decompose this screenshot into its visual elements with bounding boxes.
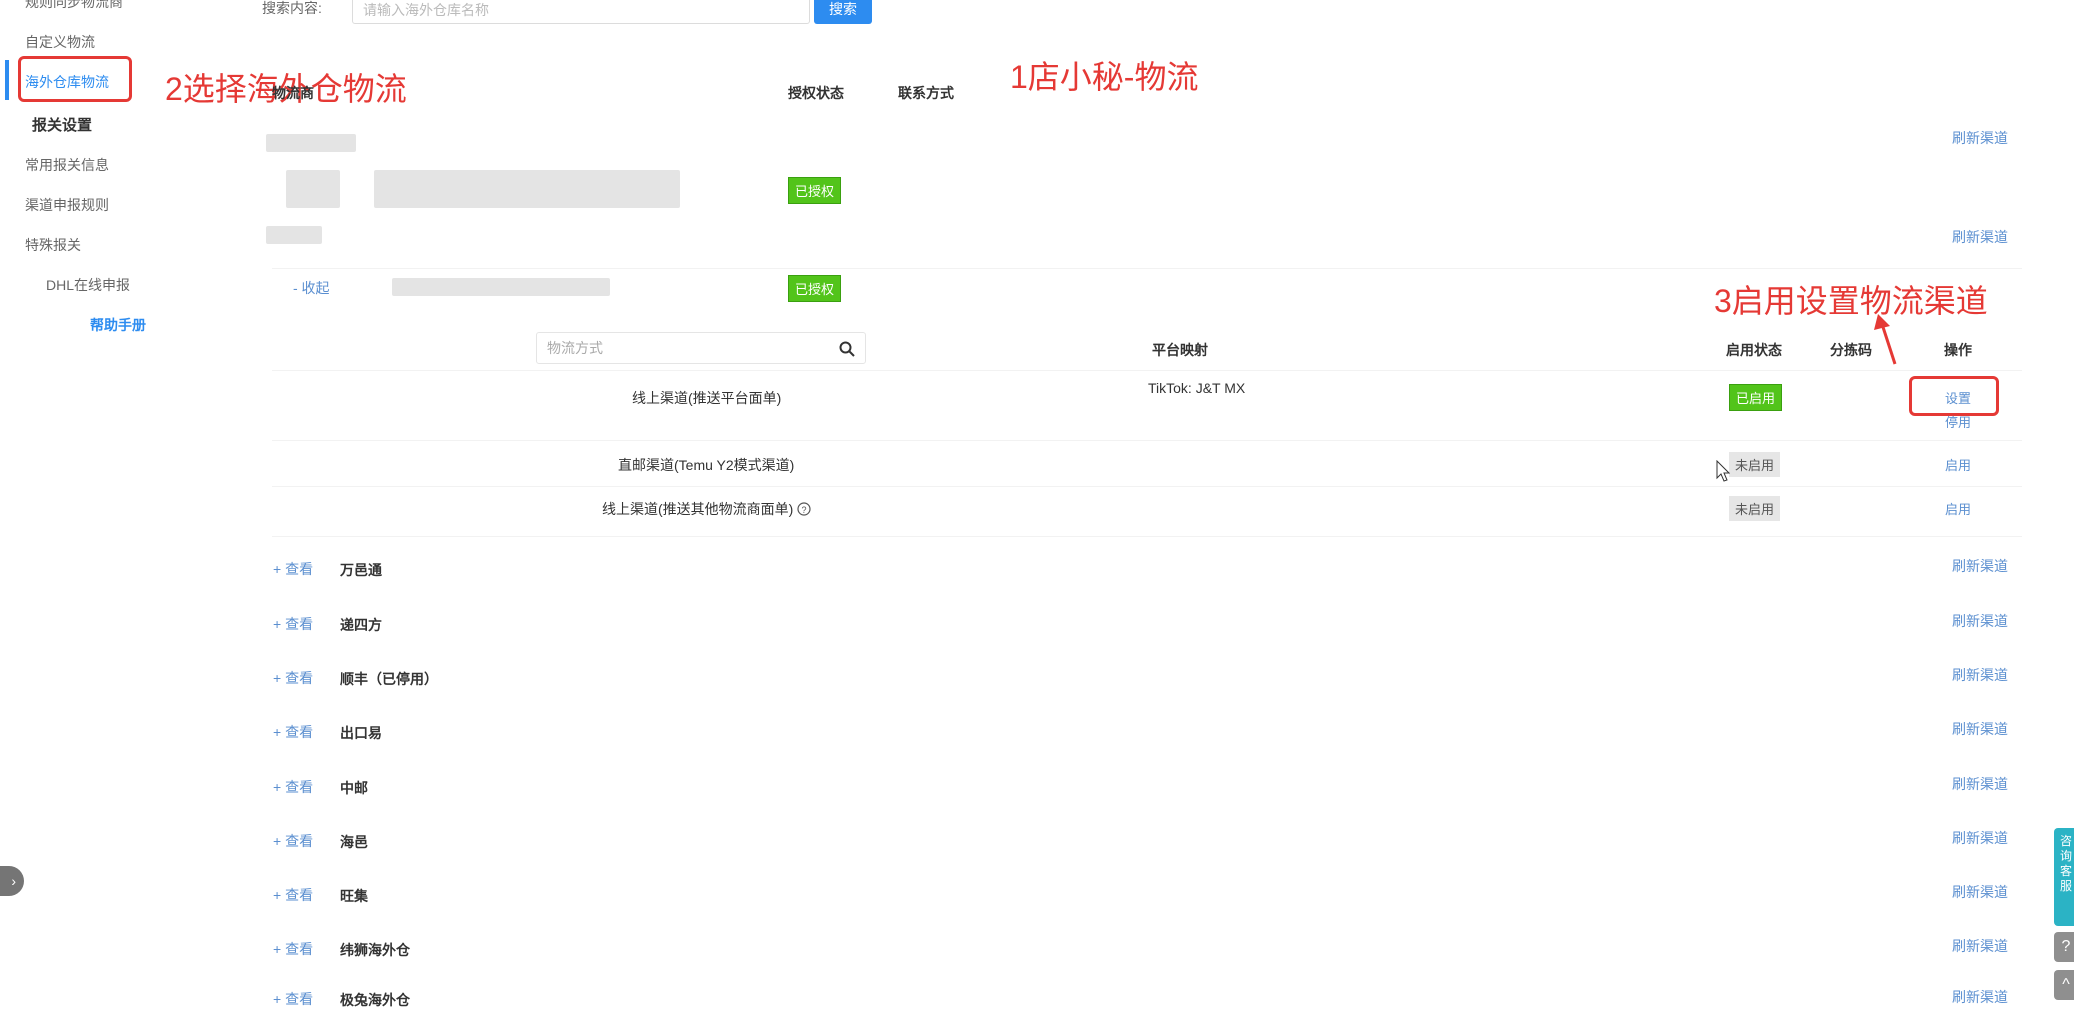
channel-name: 直邮渠道(Temu Y2模式渠道) [618, 457, 795, 473]
refresh-channel-link[interactable]: 刷新渠道 [1952, 828, 2008, 848]
expand-link[interactable]: + 查看 [273, 989, 313, 1009]
sidebar-item-customs-info[interactable]: 常用报关信息 [25, 155, 109, 175]
channel-name: 线上渠道(推送其他物流商面单) ? [602, 499, 811, 519]
divider [272, 440, 2022, 441]
refresh-channel-link[interactable]: 刷新渠道 [1952, 719, 2008, 739]
search-input[interactable]: 请输入海外仓库名称 [352, 0, 810, 24]
provider-name: 纬狮海外仓 [340, 942, 410, 958]
sidebar-section-customs: 报关设置 [32, 117, 93, 134]
sidebar-item-dhl-online[interactable]: DHL在线申报 [46, 275, 130, 295]
sidebar-item-channel-rules[interactable]: 渠道申报规则 [25, 195, 109, 215]
consult-service-panel[interactable]: 咨询客服 [2054, 828, 2074, 926]
mouse-cursor-icon [1716, 460, 1730, 482]
expand-link[interactable]: + 查看 [273, 559, 313, 579]
disable-link[interactable]: 停用 [1945, 412, 1971, 431]
divider [272, 486, 2022, 487]
provider-name: 旺集 [340, 888, 368, 904]
refresh-channel-link[interactable]: 刷新渠道 [1952, 227, 2008, 247]
expand-link[interactable]: + 查看 [273, 614, 313, 634]
header-provider: 物流商 [272, 85, 314, 101]
provider-name: 万邑通 [340, 562, 382, 578]
expand-link[interactable]: + 查看 [273, 939, 313, 959]
channel-status-badge: 未启用 [1729, 452, 1781, 477]
refresh-channel-link[interactable]: 刷新渠道 [1952, 665, 2008, 685]
svg-text:?: ? [802, 505, 807, 515]
redacted-provider-name [266, 226, 322, 244]
header-enable-status: 启用状态 [1726, 342, 1782, 358]
enable-link[interactable]: 启用 [1945, 455, 1971, 474]
channel-search-input[interactable]: 物流方式 [536, 332, 866, 364]
sidebar-item-custom-logistics[interactable]: 自定义物流 [25, 32, 95, 52]
redacted-account-info [374, 170, 680, 208]
provider-name: 极兔海外仓 [340, 992, 410, 1008]
sidebar-active-indicator [5, 60, 9, 100]
expand-link[interactable]: + 查看 [273, 722, 313, 742]
divider [272, 370, 2022, 371]
help-button[interactable]: ? [2054, 932, 2074, 962]
header-platform-mapping: 平台映射 [1152, 342, 1208, 358]
channel-status-badge: 已启用 [1729, 384, 1783, 411]
provider-name: 出口易 [340, 725, 382, 741]
refresh-channel-link[interactable]: 刷新渠道 [1952, 774, 2008, 794]
provider-name: 递四方 [340, 617, 382, 633]
divider [272, 268, 2022, 269]
expand-link[interactable]: + 查看 [273, 885, 313, 905]
provider-name: 顺丰（已停用） [340, 671, 438, 687]
refresh-channel-link[interactable]: 刷新渠道 [1952, 128, 2008, 148]
auth-status-badge: 已授权 [788, 177, 842, 204]
sidebar-item-rule-sync[interactable]: 规则同步物流商 [25, 0, 123, 12]
header-sort-code: 分拣码 [1830, 342, 1872, 358]
refresh-channel-link[interactable]: 刷新渠道 [1952, 611, 2008, 631]
header-contact: 联系方式 [898, 85, 954, 101]
platform-mapping-value: TikTok: J&T MX [1148, 380, 1246, 396]
expand-link[interactable]: + 查看 [273, 777, 313, 797]
channel-name: 线上渠道(推送平台面单) [632, 390, 782, 406]
arrow-up-icon: ^ [2062, 976, 2070, 993]
back-to-top-button[interactable]: ^ [2054, 970, 2074, 1000]
channel-search-placeholder: 物流方式 [547, 340, 603, 356]
refresh-channel-link[interactable]: 刷新渠道 [1952, 987, 2008, 1007]
expand-link[interactable]: + 查看 [273, 831, 313, 851]
divider [272, 536, 2022, 537]
annotation-step3: 3启用设置物流渠道 [1714, 283, 1988, 319]
header-operations: 操作 [1944, 342, 1972, 358]
chevron-right-icon: › [11, 873, 16, 889]
channel-name-text: 线上渠道(推送其他物流商面单) [602, 501, 794, 517]
refresh-channel-link[interactable]: 刷新渠道 [1952, 556, 2008, 576]
refresh-channel-link[interactable]: 刷新渠道 [1952, 936, 2008, 956]
search-button[interactable]: 搜索 [814, 0, 872, 24]
annotation-arrow-icon [1874, 314, 1897, 365]
provider-name: 中邮 [340, 780, 368, 796]
sidebar-item-special-customs[interactable]: 特殊报关 [25, 235, 81, 255]
help-icon: ? [2061, 938, 2071, 955]
collapse-link[interactable]: - 收起 [293, 278, 330, 298]
auth-status-badge: 已授权 [788, 275, 842, 302]
redacted-account-info [392, 278, 610, 296]
help-manual-link[interactable]: 帮助手册 [90, 315, 146, 335]
expand-link[interactable]: + 查看 [273, 668, 313, 688]
annotation-box-overseas [18, 56, 132, 102]
refresh-channel-link[interactable]: 刷新渠道 [1952, 882, 2008, 902]
enable-link[interactable]: 启用 [1945, 499, 1971, 518]
help-circle-icon[interactable]: ? [797, 502, 811, 516]
provider-name: 海邑 [340, 834, 368, 850]
consult-service-label: 咨询客服 [2059, 834, 2072, 893]
search-label: 搜索内容: [262, 0, 322, 16]
redacted-provider-logo [286, 170, 340, 208]
sidebar-toggle-button[interactable]: › [0, 866, 24, 896]
channel-status-badge: 未启用 [1729, 496, 1781, 521]
header-auth-status: 授权状态 [788, 85, 844, 101]
annotation-step1: 1店小秘-物流 [1010, 59, 1199, 95]
search-icon[interactable] [839, 341, 855, 357]
settings-link[interactable]: 设置 [1945, 388, 1971, 407]
redacted-provider-name [266, 134, 356, 152]
